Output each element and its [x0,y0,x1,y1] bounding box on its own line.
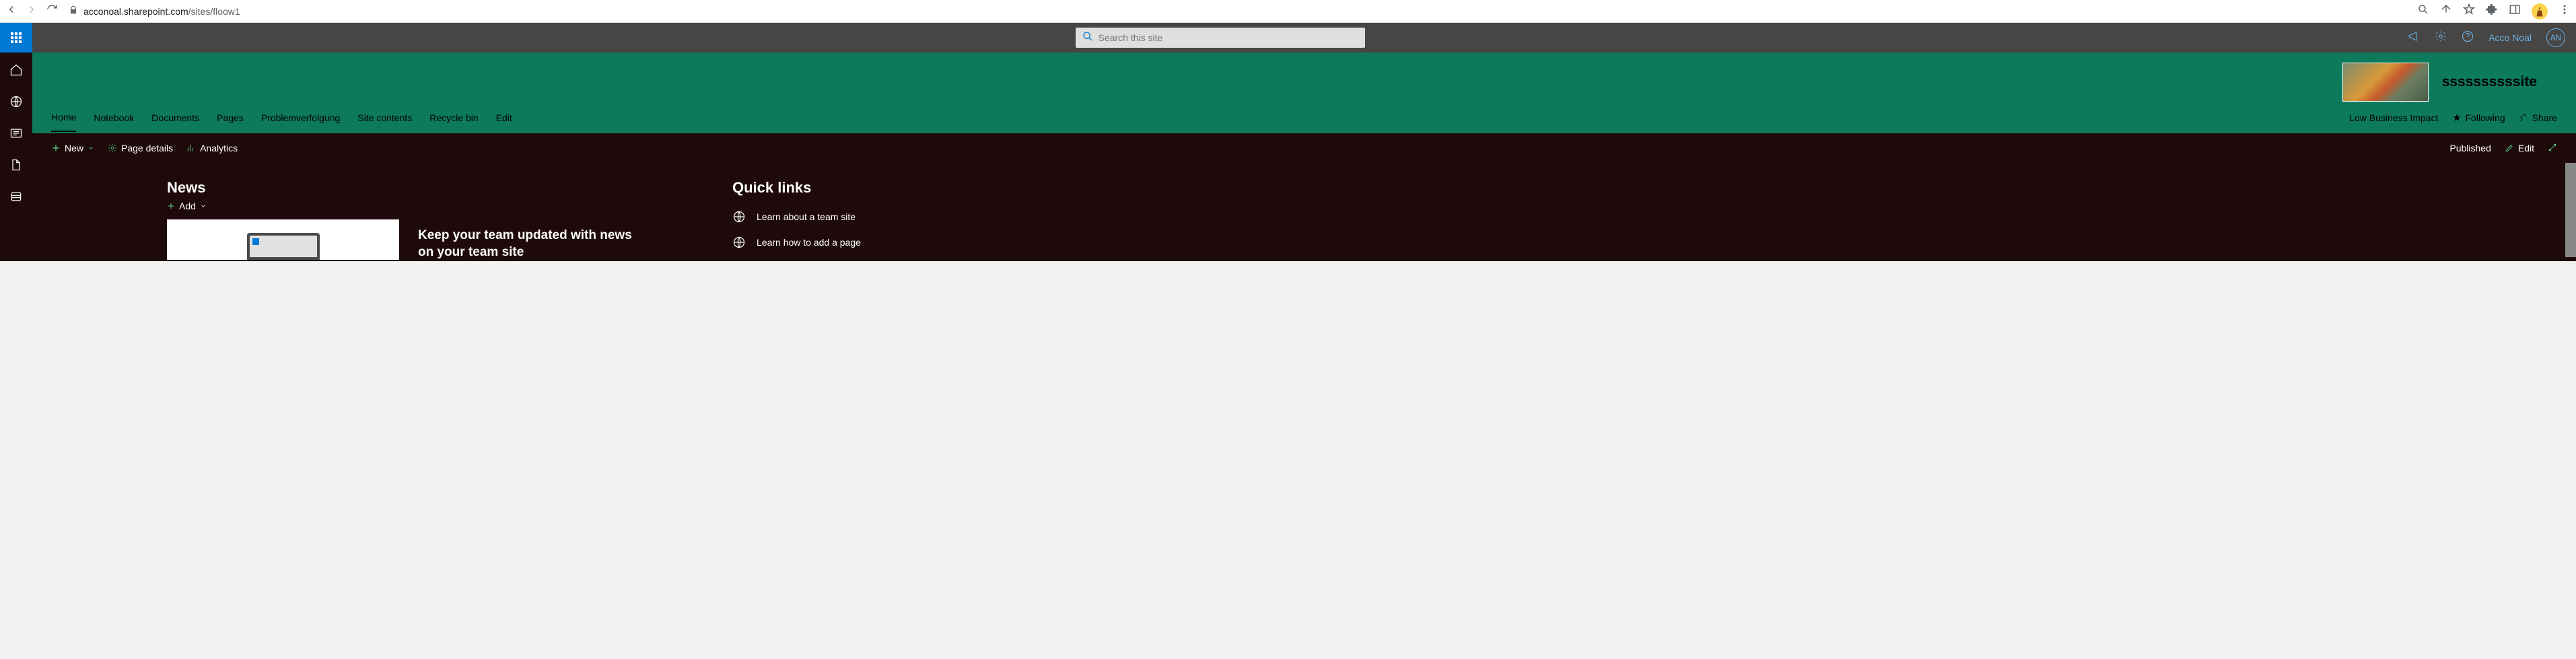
favorite-icon[interactable] [2463,3,2475,19]
quicklink-learn-team-site[interactable]: Learn about a team site [732,210,861,223]
nav-site-contents[interactable]: Site contents [357,104,412,131]
share-url-icon[interactable] [2440,3,2452,19]
menu-icon[interactable] [2558,3,2571,19]
nav-recycle-bin[interactable]: Recycle bin [429,104,478,131]
chart-icon [186,143,196,153]
edit-button[interactable]: Edit [2505,143,2534,153]
lock-icon [69,5,78,17]
analytics-button[interactable]: Analytics [186,143,238,153]
news-placeholder-card [167,219,399,260]
expand-icon [2548,143,2557,152]
reload-icon[interactable] [46,3,58,19]
monitor-icon [247,233,320,260]
plus-icon [167,202,175,210]
published-label: Published [2449,143,2491,153]
chevron-down-icon [200,203,207,209]
following-button[interactable]: Following [2452,112,2505,123]
nav-home[interactable]: Home [51,104,76,132]
forward-icon [26,3,38,19]
help-icon[interactable] [2462,30,2474,46]
rail-home-icon[interactable] [9,63,23,80]
rail-list-icon[interactable] [9,190,23,207]
share-icon [2519,113,2528,123]
search-input[interactable] [1099,32,1358,43]
globe-icon [732,210,746,223]
user-name[interactable]: Acco Noal [2488,32,2532,43]
site-logo[interactable] [2342,63,2429,102]
nav-problemverfolgung[interactable]: Problemverfolgung [261,104,341,131]
gear-icon [108,143,117,153]
search-box[interactable] [1076,28,1365,48]
site-title: ssssssssssite [2442,74,2537,90]
news-heading: News [167,179,652,197]
url-domain: acconoal.sharepoint.com [83,6,188,17]
news-title: Keep your team updated with news on your… [418,228,647,261]
new-button[interactable]: New [51,143,94,153]
address-bar[interactable]: acconoal.sharepoint.com/sites/floow1 [69,5,2417,17]
nav-edit[interactable]: Edit [496,104,512,131]
plus-icon [51,143,61,153]
nav-notebook[interactable]: Notebook [94,104,134,131]
star-icon [2452,113,2462,123]
panel-icon[interactable] [2509,3,2521,19]
pencil-icon [2505,143,2514,153]
waffle-icon [11,32,22,43]
globe-icon [732,236,746,249]
profile-avatar[interactable] [2532,3,2548,20]
zoom-icon[interactable] [2417,3,2429,19]
app-launcher-button[interactable] [0,23,32,53]
add-news-button[interactable]: Add [167,201,652,211]
extensions-icon[interactable] [2486,3,2498,19]
expand-button[interactable] [2548,143,2557,154]
rail-globe-icon[interactable] [9,95,23,112]
url-path: /sites/floow1 [188,6,240,17]
rail-file-icon[interactable] [9,158,23,175]
nav-pages[interactable]: Pages [217,104,244,131]
classification-label: Low Business Impact [2349,112,2438,123]
quicklinks-heading: Quick links [732,179,861,197]
rail-news-icon[interactable] [9,127,23,143]
back-icon[interactable] [5,3,18,19]
page-details-button[interactable]: Page details [108,143,173,153]
chevron-down-icon [88,145,94,151]
megaphone-icon[interactable] [2408,30,2420,46]
quicklink-add-page[interactable]: Learn how to add a page [732,236,861,249]
share-button[interactable]: Share [2519,112,2557,123]
nav-documents[interactable]: Documents [151,104,199,131]
scrollbar[interactable] [2565,163,2576,257]
search-icon [1082,31,1093,45]
user-avatar[interactable]: AN [2546,28,2565,47]
settings-icon[interactable] [2435,30,2447,46]
